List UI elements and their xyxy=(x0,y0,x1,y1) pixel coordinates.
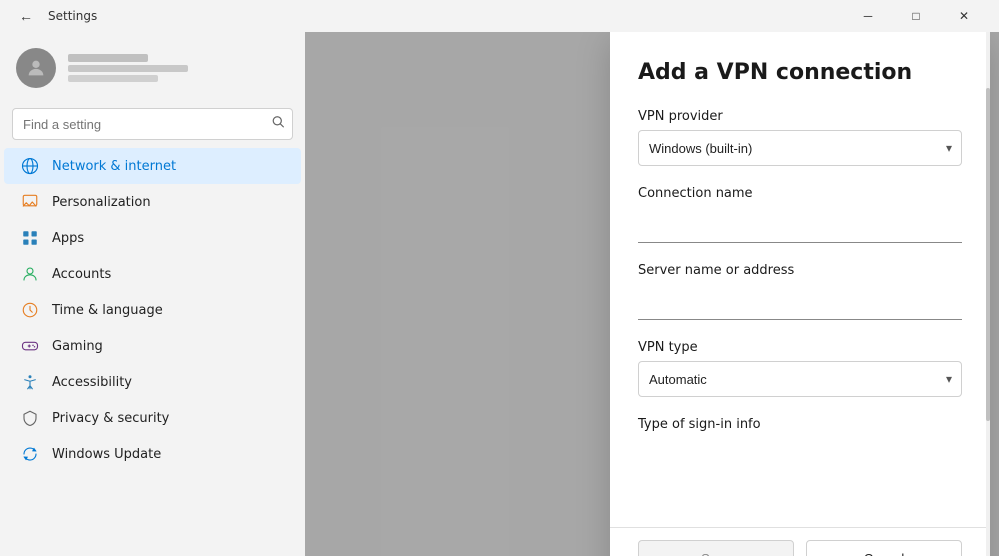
sidebar-item-gaming[interactable]: Gaming xyxy=(4,328,301,364)
vpn-provider-select-wrapper: Windows (built-in) ▾ xyxy=(638,130,962,166)
gaming-icon xyxy=(20,336,40,356)
server-name-group: Server name or address xyxy=(638,263,962,320)
main-content: Add VPN On On Add a VPN connection xyxy=(305,32,999,556)
user-email-placeholder xyxy=(68,65,188,72)
user-name-placeholder xyxy=(68,54,148,62)
sidebar-item-personalization[interactable]: Personalization xyxy=(4,184,301,220)
back-button[interactable]: ← xyxy=(12,2,40,30)
sidebar-item-time[interactable]: Time & language xyxy=(4,292,301,328)
server-name-label: Server name or address xyxy=(638,263,962,278)
connection-name-group: Connection name xyxy=(638,186,962,243)
sidebar-item-label: Accounts xyxy=(52,267,111,282)
modal-scroll-area: Add a VPN connection VPN provider Window… xyxy=(610,32,990,527)
vpn-type-label: VPN type xyxy=(638,340,962,355)
personalization-icon xyxy=(20,192,40,212)
user-detail-placeholder xyxy=(68,75,158,82)
sidebar-item-label: Time & language xyxy=(52,303,163,318)
vpn-type-group: VPN type Automatic PPTP L2TP/IPsec SSTP … xyxy=(638,340,962,397)
sidebar-item-privacy[interactable]: Privacy & security xyxy=(4,400,301,436)
app-body: Network & internet Personalization xyxy=(0,32,999,556)
sidebar-nav: Network & internet Personalization xyxy=(0,148,305,472)
window-controls: ─ □ ✕ xyxy=(845,0,987,32)
sidebar-item-network[interactable]: Network & internet xyxy=(4,148,301,184)
sign-in-info-group: Type of sign-in info xyxy=(638,417,962,432)
vpn-type-select-wrapper: Automatic PPTP L2TP/IPsec SSTP IKEv2 ▾ xyxy=(638,361,962,397)
modal-footer: Save Cancel xyxy=(610,527,990,556)
user-info xyxy=(68,54,188,82)
minimize-button[interactable]: ─ xyxy=(845,0,891,32)
accessibility-icon xyxy=(20,372,40,392)
sidebar-item-label: Network & internet xyxy=(52,159,176,174)
modal-title: Add a VPN connection xyxy=(638,60,962,85)
scrollbar-thumb xyxy=(986,88,990,422)
update-icon xyxy=(20,444,40,464)
vpn-provider-group: VPN provider Windows (built-in) ▾ xyxy=(638,109,962,166)
save-button[interactable]: Save xyxy=(638,540,794,556)
sidebar-item-accounts[interactable]: Accounts xyxy=(4,256,301,292)
vpn-type-select[interactable]: Automatic PPTP L2TP/IPsec SSTP IKEv2 xyxy=(638,361,962,397)
sign-in-info-label: Type of sign-in info xyxy=(638,417,962,432)
sidebar-item-update[interactable]: Windows Update xyxy=(4,436,301,472)
app-title: Settings xyxy=(48,9,97,23)
modal-scrollbar xyxy=(986,32,990,556)
network-icon xyxy=(20,156,40,176)
close-button[interactable]: ✕ xyxy=(941,0,987,32)
accounts-icon xyxy=(20,264,40,284)
maximize-button[interactable]: □ xyxy=(893,0,939,32)
connection-name-input[interactable] xyxy=(638,207,962,243)
vpn-provider-label: VPN provider xyxy=(638,109,962,124)
sidebar-item-label: Windows Update xyxy=(52,447,161,462)
title-bar: ← Settings ─ □ ✕ xyxy=(0,0,999,32)
apps-icon xyxy=(20,228,40,248)
sidebar-item-apps[interactable]: Apps xyxy=(4,220,301,256)
sidebar-item-accessibility[interactable]: Accessibility xyxy=(4,364,301,400)
add-vpn-modal: Add a VPN connection VPN provider Window… xyxy=(610,32,990,556)
cancel-button[interactable]: Cancel xyxy=(806,540,962,556)
sidebar-item-label: Gaming xyxy=(52,339,103,354)
search-input[interactable] xyxy=(12,108,293,140)
sidebar: Network & internet Personalization xyxy=(0,32,305,556)
sidebar-item-label: Personalization xyxy=(52,195,151,210)
search-box[interactable] xyxy=(12,108,293,140)
server-name-input[interactable] xyxy=(638,284,962,320)
privacy-icon xyxy=(20,408,40,428)
sidebar-item-label: Apps xyxy=(52,231,84,246)
time-icon xyxy=(20,300,40,320)
sidebar-item-label: Privacy & security xyxy=(52,411,169,426)
search-icon xyxy=(272,116,285,133)
sidebar-item-label: Accessibility xyxy=(52,375,132,390)
avatar xyxy=(16,48,56,88)
user-section[interactable] xyxy=(0,40,305,104)
connection-name-label: Connection name xyxy=(638,186,962,201)
vpn-provider-select[interactable]: Windows (built-in) xyxy=(638,130,962,166)
